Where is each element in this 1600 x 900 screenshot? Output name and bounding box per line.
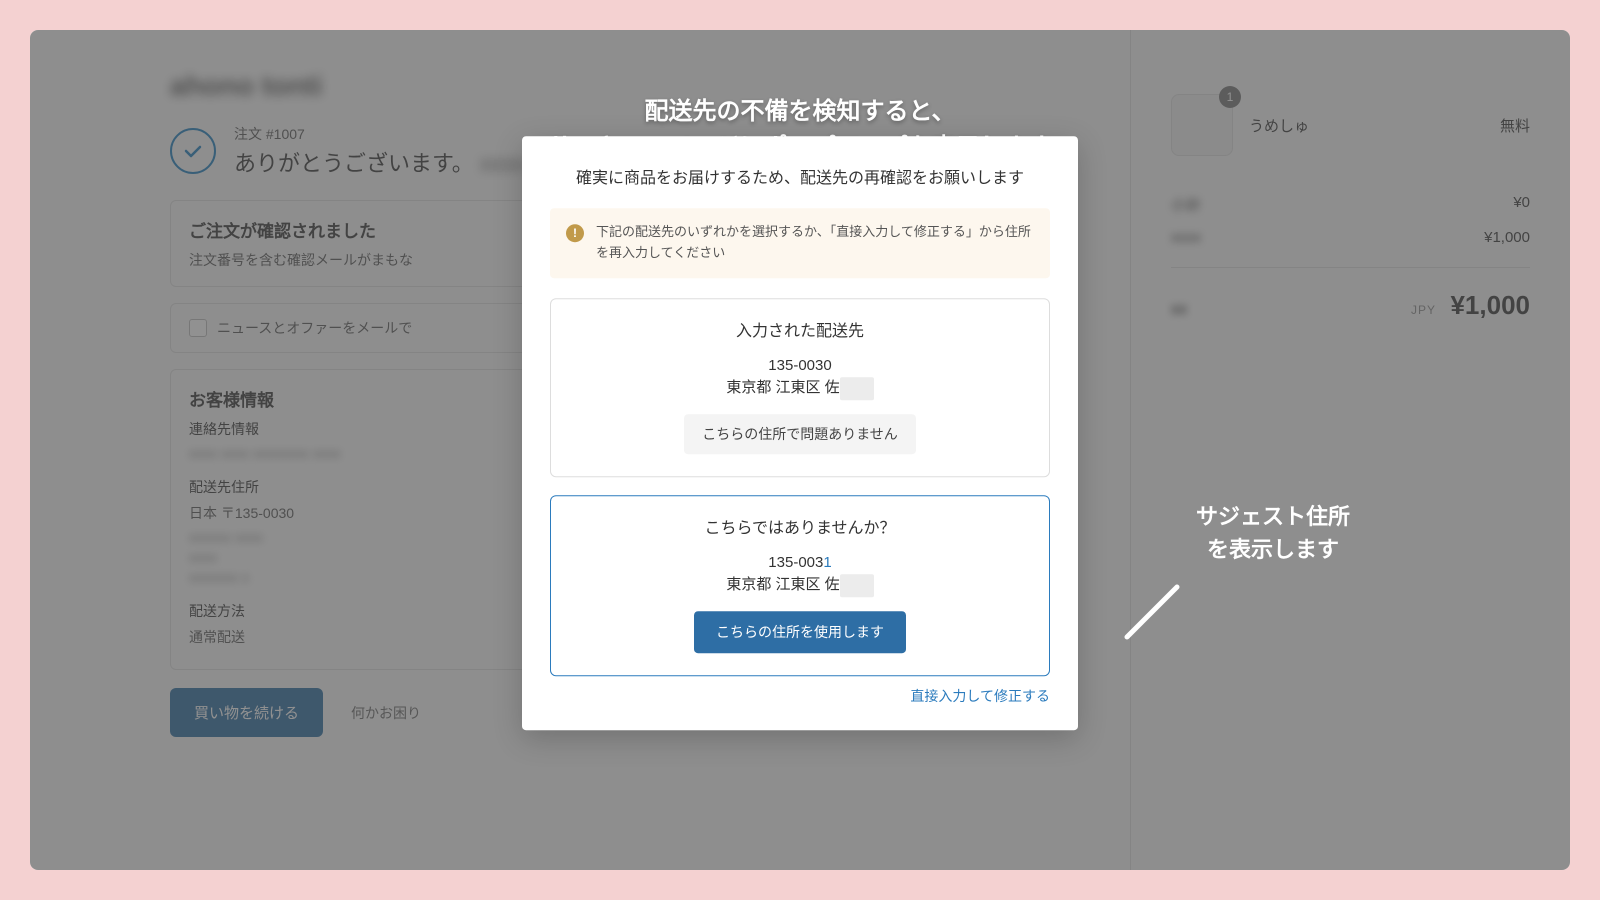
modal-title: 確実に商品をお届けするため、配送先の再確認をお願いします xyxy=(550,164,1050,188)
modal-notice-text: 下記の配送先のいずれかを選択するか、「直接入力して修正する」から住所を再入力して… xyxy=(596,222,1034,264)
entered-postal: 135-0030 xyxy=(573,355,1027,378)
caption-side-line2: を表示します xyxy=(1207,537,1339,562)
alert-icon: ! xyxy=(566,224,584,242)
caption-side: サジェスト住所 を表示します xyxy=(1196,500,1350,566)
use-entered-address-button[interactable]: こちらの住所で問題ありません xyxy=(684,414,916,454)
entered-address-card: 入力された配送先 135-0030 東京都 江東区 佐xx こちらの住所で問題あ… xyxy=(550,298,1050,477)
pointer-line-icon xyxy=(1122,582,1182,642)
manual-edit-link[interactable]: 直接入力して修正する xyxy=(550,686,1050,706)
caption-top-line1: 配送先の不備を検知すると、 xyxy=(644,98,955,125)
entered-heading: 入力された配送先 xyxy=(573,317,1027,341)
suggested-postal: 135-0031 xyxy=(573,552,1027,575)
use-suggested-address-button[interactable]: こちらの住所を使用します xyxy=(694,611,906,653)
suggested-heading: こちらではありませんか？ xyxy=(573,514,1027,538)
caption-side-line1: サジェスト住所 xyxy=(1196,504,1350,529)
entered-address-line: 東京都 江東区 佐xx xyxy=(573,377,1027,400)
modal-notice: ! 下記の配送先のいずれかを選択するか、「直接入力して修正する」から住所を再入力… xyxy=(550,208,1050,278)
suggested-address-card: こちらではありませんか？ 135-0031 東京都 江東区 佐xx こちらの住所… xyxy=(550,495,1050,676)
suggested-address-line: 東京都 江東区 佐xx xyxy=(573,574,1027,597)
screenshot-frame: ahono tonti 注文 #1007 ありがとうございます。 xxxx ご注… xyxy=(30,30,1570,870)
address-verification-modal: 確実に商品をお届けするため、配送先の再確認をお願いします ! 下記の配送先のいず… xyxy=(522,136,1078,730)
